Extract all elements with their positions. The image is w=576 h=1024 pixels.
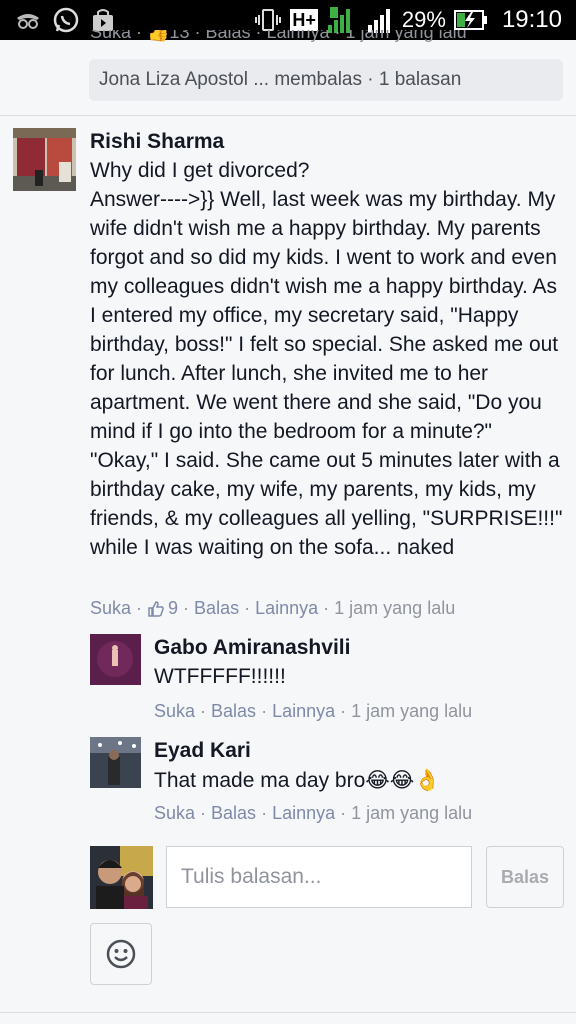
reply-submit-button[interactable]: Balas (486, 846, 564, 908)
avatar-current-user (90, 846, 153, 909)
network-type-icon: H+ (290, 9, 318, 31)
divider (0, 1012, 576, 1013)
reply-input[interactable]: Tulis balasan... (166, 846, 472, 908)
reply-link[interactable]: Balas (194, 598, 239, 619)
more-link[interactable]: Lainnya (272, 803, 335, 824)
comment-text: Why did I get divorced? Answer---->}} We… (90, 159, 563, 559)
emoji-button[interactable] (90, 923, 152, 985)
reply-timestamp: 1 jam yang lalu (351, 803, 473, 823)
reply-text: That made ma day bro😂😂👌 (154, 769, 441, 792)
reply-timestamp: 1 jam yang lalu (351, 701, 473, 721)
divider (0, 115, 576, 116)
comment-author[interactable]: Rishi Sharma (90, 130, 224, 154)
reply-author[interactable]: Gabo Amiranashvili (154, 636, 350, 660)
avatar-rishi-sharma[interactable] (13, 128, 76, 191)
more-link[interactable]: Lainnya (255, 598, 318, 619)
like-count[interactable]: 9 (147, 598, 178, 619)
like-link[interactable]: Suka (90, 598, 131, 619)
comment-actions: Suka · 9 · Balas · Lainnya · 1 jam yang … (90, 598, 456, 619)
reply-link[interactable]: Balas (211, 701, 256, 722)
avatar-gabo-amiranashvili[interactable] (90, 634, 141, 685)
avatar-eyad-kari[interactable] (90, 737, 141, 788)
reply-link[interactable]: Balas (211, 803, 256, 824)
reply-actions: Suka · Balas · Lainnya · 1 jam yang lalu (154, 701, 473, 722)
reply-text: WTFFFFF!!!!!! (154, 665, 286, 688)
thumbs-up-icon (148, 600, 164, 617)
smiley-icon (106, 939, 136, 969)
reply-actions: Suka · Balas · Lainnya · 1 jam yang lalu (154, 803, 473, 824)
reply-author[interactable]: Eyad Kari (154, 739, 251, 763)
like-link[interactable]: Suka (154, 701, 195, 722)
clock: 19:10 (501, 6, 562, 33)
comment-timestamp: 1 jam yang lalu (334, 598, 456, 618)
battery-charging-icon (453, 8, 488, 32)
incognito-icon (14, 8, 42, 32)
whatsapp-icon (52, 6, 80, 34)
previous-comment-meta: Suka · 👍13 · Balas · Lainnya · 1 jam yan… (90, 30, 467, 42)
more-link[interactable]: Lainnya (272, 701, 335, 722)
like-link[interactable]: Suka (154, 803, 195, 824)
replies-summary-link[interactable]: Jona Liza Apostol ... membalas · 1 balas… (89, 59, 563, 101)
